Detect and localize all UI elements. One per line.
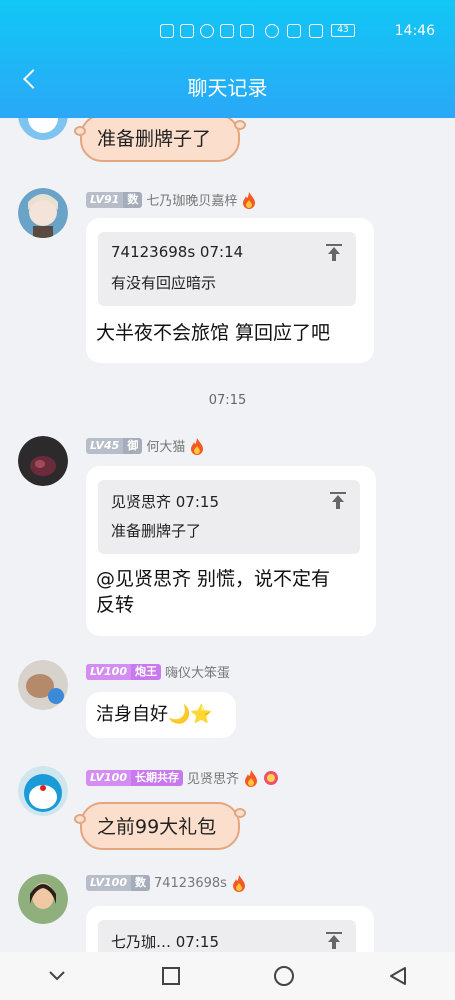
- avatar[interactable]: [18, 436, 68, 486]
- flame-icon: [245, 769, 257, 787]
- message-text: @见贤思齐 别慌，说不定有 反转: [96, 568, 331, 616]
- sender-info: LV91 数 七乃珈晚贝嘉梓: [86, 190, 257, 209]
- system-nav-bar: [0, 952, 455, 1000]
- quote-body: 准备删牌子了: [111, 522, 202, 540]
- chat-history[interactable]: 准备删牌子了 LV91 数 七乃珈晚贝嘉梓 74123698s 07:14 有没有…: [0, 118, 455, 952]
- hd-icon: [160, 24, 174, 38]
- message-text: 之前99大礼包: [97, 816, 217, 838]
- flame-icon: [232, 875, 245, 892]
- jump-to-quote-icon[interactable]: [330, 492, 346, 510]
- nav-down-button[interactable]: [37, 956, 77, 996]
- flame-icon: [191, 437, 204, 455]
- quote-header: 74123698s 07:14: [111, 243, 244, 261]
- message-text: 大半夜不会旅馆 算回应了吧: [96, 322, 331, 344]
- notification-icon: [240, 24, 254, 38]
- avatar[interactable]: [18, 188, 68, 238]
- quote-header: 七乃珈… 07:15: [111, 933, 219, 951]
- message-text: 洁身自好🌙⭐: [96, 704, 213, 725]
- pig-bubble[interactable]: 准备删牌子了: [74, 118, 246, 162]
- signal-icon: [180, 24, 194, 38]
- message-bubble[interactable]: 见贤思齐 07:15 准备删牌子了 @见贤思齐 别慌，说不定有 反转: [86, 466, 376, 636]
- avatar[interactable]: [18, 118, 68, 140]
- status-bar: 43 14:46: [0, 22, 455, 44]
- jump-to-quote-icon[interactable]: [326, 932, 342, 950]
- quoted-message[interactable]: 七乃珈… 07:15: [98, 920, 356, 952]
- sender-name[interactable]: 何大猫: [146, 436, 185, 455]
- sender-info: LV100 长期共存 见贤思齐: [86, 768, 279, 787]
- sender-info: LV100 数 74123698s: [86, 874, 247, 892]
- battery-icon: 43: [331, 24, 355, 37]
- message-bubble[interactable]: 74123698s 07:14 有没有回应暗示 大半夜不会旅馆 算回应了吧: [86, 218, 374, 363]
- weibo-icon: [220, 24, 234, 38]
- circle-icon: [274, 966, 295, 986]
- avatar[interactable]: [18, 874, 68, 924]
- sender-name[interactable]: 嗨仪大笨蛋: [165, 662, 230, 681]
- network-icons: [160, 24, 254, 38]
- flame-icon: [243, 191, 256, 209]
- sender-name[interactable]: 七乃珈晚贝嘉梓: [146, 190, 237, 209]
- system-icons: 43: [265, 24, 355, 38]
- sender-info: LV100 炮王 嗨仪大笨蛋: [86, 662, 230, 681]
- avatar[interactable]: [18, 766, 68, 816]
- square-icon: [161, 967, 180, 985]
- level-badge: LV91 数: [86, 191, 143, 208]
- bluetooth-icon: [309, 24, 323, 38]
- sender-name[interactable]: 74123698s: [154, 876, 227, 891]
- wifi-icon: [200, 24, 214, 38]
- level-badge: LV100 数: [86, 875, 150, 891]
- status-time: 14:46: [394, 23, 435, 39]
- message-bubble[interactable]: 洁身自好🌙⭐: [86, 692, 236, 738]
- message-bubble[interactable]: 七乃珈… 07:15: [86, 906, 374, 952]
- level-badge: LV100 炮王: [86, 663, 161, 680]
- top-header: 43 14:46 聊天记录: [0, 0, 455, 118]
- triangle-back-icon: [390, 967, 407, 985]
- eye-icon: [265, 24, 279, 38]
- chevron-down-icon: [49, 971, 65, 981]
- nav-home-button[interactable]: [264, 956, 304, 996]
- smile-badge-icon: [264, 770, 278, 785]
- nav-recents-button[interactable]: [151, 956, 191, 996]
- quote-body: 有没有回应暗示: [111, 274, 217, 292]
- pig-bubble[interactable]: 之前99大礼包: [74, 802, 246, 850]
- level-badge: LV45 御: [86, 437, 143, 454]
- timestamp: 07:15: [208, 393, 247, 408]
- sender-info: LV45 御 何大猫: [86, 436, 205, 455]
- quote-header: 见贤思齐 07:15: [111, 493, 219, 511]
- nfc-icon: [287, 24, 301, 38]
- level-badge: LV100 长期共存: [86, 769, 183, 786]
- page-title: 聊天记录: [187, 76, 268, 100]
- message-text: 准备删牌子了: [97, 128, 212, 150]
- avatar[interactable]: [18, 660, 68, 710]
- sender-name[interactable]: 见贤思齐: [187, 768, 239, 787]
- jump-to-quote-icon[interactable]: [326, 244, 342, 262]
- quoted-message[interactable]: 见贤思齐 07:15 准备删牌子了: [98, 480, 360, 554]
- nav-back-button[interactable]: [378, 956, 418, 996]
- quoted-message[interactable]: 74123698s 07:14 有没有回应暗示: [98, 232, 356, 306]
